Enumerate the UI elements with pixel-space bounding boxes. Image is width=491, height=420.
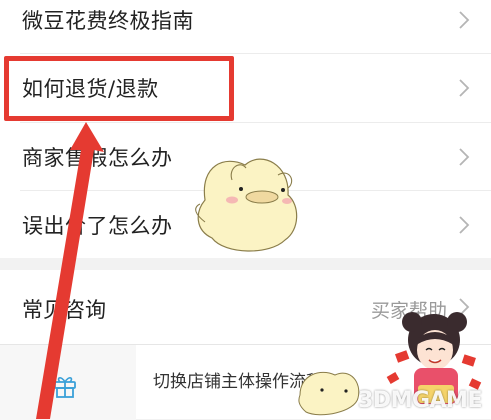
watermark-logo: 3DMGAME — [358, 388, 482, 413]
chevron-right-icon — [459, 148, 470, 166]
gift-icon — [54, 377, 76, 398]
common-consult-title: 常见咨询 — [22, 298, 106, 322]
menu-item-wrong-bid[interactable]: 误出价了怎么办 — [0, 191, 491, 259]
help-menu-list: 微豆花费终极指南 如何退货/退款 商家售假怎么办 误出价了怎么办 — [0, 0, 491, 258]
menu-item-label: 误出价了怎么办 — [22, 214, 173, 238]
common-consult-row[interactable]: 常见咨询 买家帮助 — [0, 270, 491, 344]
buyer-help-link[interactable]: 买家帮助 — [371, 296, 447, 323]
menu-item-label: 微豆花费终极指南 — [22, 9, 194, 33]
shop-switch-flow-link[interactable]: 切换店铺主体操作流程 — [153, 367, 323, 392]
highlight-box — [4, 56, 234, 121]
menu-item-guide[interactable]: 微豆花费终极指南 — [0, 0, 491, 54]
chevron-right-icon — [459, 11, 470, 29]
menu-item-label: 商家售假怎么办 — [22, 146, 173, 170]
chevron-right-icon — [459, 298, 470, 316]
menu-item-counterfeit[interactable]: 商家售假怎么办 — [0, 123, 491, 191]
gift-tab[interactable] — [0, 345, 136, 420]
chevron-right-icon — [459, 216, 470, 234]
chevron-right-icon — [459, 79, 470, 97]
